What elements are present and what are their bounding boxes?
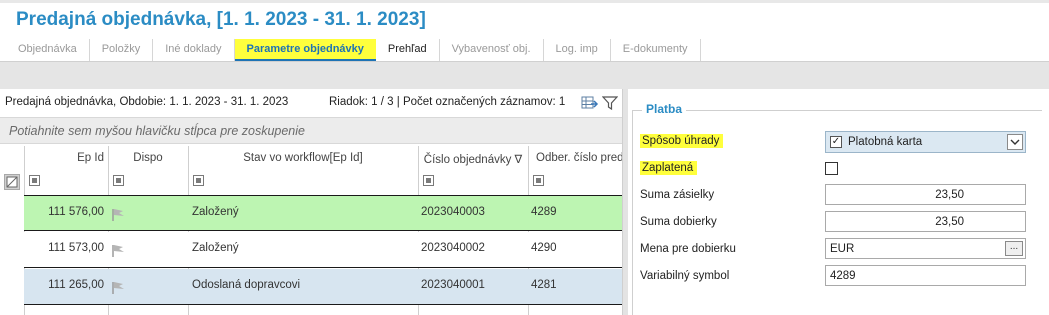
group-by-hint: Potiahnite sem myšou hlavičku stĺpca pre… — [9, 124, 305, 138]
group-by-panel[interactable]: Potiahnite sem myšou hlavičku stĺpca pre… — [0, 117, 622, 144]
cell-odber-cislo: 4290 — [531, 242, 557, 254]
grid-info-bar: Predajná objednávka, Obdobie: 1. 1. 2023… — [5, 95, 619, 113]
toolbar — [0, 61, 1049, 89]
page-title: Predajná objednávka, [1. 1. 2023 - 31. 1… — [16, 9, 426, 30]
variabilny-symbol-label: Variabilný symbol — [640, 270, 730, 282]
table-row[interactable]: 111 576,00 Založený 2023040003 4289 — [24, 195, 622, 231]
table-row[interactable]: 111 573,00 Založený 2023040002 4290 — [24, 232, 622, 268]
filter-icon — [533, 175, 544, 186]
cell-stav: Odoslaná dopravcovi — [192, 279, 301, 291]
record-count-label: Riadok: 1 / 3 | Počet označených záznamo… — [329, 96, 566, 108]
tab-e-dokumenty[interactable]: E-dokumenty — [611, 39, 701, 61]
cell-odber-cislo: 4289 — [531, 206, 557, 218]
filter-cell[interactable] — [24, 170, 108, 194]
mena-label: Mena pre dobierku — [640, 243, 736, 255]
grid-export-icon[interactable] — [581, 95, 599, 111]
suma-dobierky-field[interactable]: 23,50 — [825, 211, 1026, 232]
cell-cislo-objednavky: 2023040002 — [421, 242, 485, 254]
tab-strip: Objednávka Položky Iné doklady Parametre… — [6, 39, 701, 61]
suma-zasielky-label: Suma zásielky — [640, 189, 715, 201]
payment-legend: Platba — [642, 102, 687, 116]
filter-cell[interactable] — [418, 170, 528, 194]
tab-polozky[interactable]: Položky — [90, 39, 154, 61]
filter-cell[interactable] — [528, 170, 622, 194]
fieldset-border — [632, 110, 1042, 111]
filter-cell[interactable] — [188, 170, 418, 194]
flag-icon — [111, 208, 127, 222]
grid-panel: Predajná objednávka, Obdobie: 1. 1. 2023… — [0, 89, 622, 315]
variabilny-symbol-field[interactable]: 4289 — [825, 265, 1026, 286]
filter-icon — [423, 175, 434, 186]
check-icon: ✓ — [830, 136, 842, 148]
tab-parametre-objednavky[interactable]: Parametre objednávky — [234, 39, 376, 61]
grid-corner-button[interactable] — [4, 174, 20, 190]
table-row[interactable]: 111 265,00 Odoslaná dopravcovi 202304000… — [24, 269, 622, 305]
period-label: Predajná objednávka, Obdobie: 1. 1. 2023… — [5, 96, 289, 108]
cell-ep-id: 111 576,00 — [48, 206, 104, 218]
cell-cislo-objednavky: 2023040001 — [421, 279, 485, 291]
cell-stav: Založený — [192, 206, 239, 218]
funnel-filter-icon[interactable] — [601, 95, 619, 111]
filter-icon — [29, 175, 40, 186]
mena-value: EUR — [830, 243, 855, 255]
tab-ine-doklady[interactable]: Iné doklady — [153, 39, 235, 61]
fieldset-border — [632, 110, 633, 315]
cell-ep-id: 111 573,00 — [48, 242, 104, 254]
sposob-uhrady-select[interactable]: ✓ Platobná karta — [825, 131, 1026, 153]
chevron-down-icon[interactable] — [1007, 134, 1023, 150]
cell-ep-id: 111 265,00 — [48, 279, 104, 291]
filter-cell[interactable] — [108, 170, 188, 194]
orders-grid: Ep Id Dispo Stav vo workflow[Ep Id] Čísl… — [0, 146, 622, 315]
sposob-uhrady-label: Spôsob úhrady — [640, 134, 724, 148]
sposob-uhrady-value: Platobná karta — [848, 136, 923, 148]
payment-panel: Platba Spôsob úhrady ✓ Platobná karta Za… — [628, 89, 1049, 315]
flag-icon — [111, 244, 127, 258]
zaplatena-label: Zaplatená — [640, 161, 698, 175]
browse-button[interactable]: ... — [1005, 241, 1023, 256]
title-bar: Predajná objednávka, [1. 1. 2023 - 31. 1… — [0, 0, 1049, 61]
zaplatena-checkbox[interactable] — [825, 162, 838, 175]
tab-vybavenost-obj[interactable]: Vybavenosť obj. — [440, 39, 544, 61]
flag-icon — [111, 281, 127, 295]
cell-odber-cislo: 4281 — [531, 279, 557, 291]
tab-prehlad[interactable]: Prehľad — [376, 39, 440, 61]
suma-dobierky-label: Suma dobierky — [640, 216, 717, 228]
cell-cislo-objednavky: 2023040003 — [421, 206, 485, 218]
tab-objednavka[interactable]: Objednávka — [6, 39, 90, 61]
filter-icon — [193, 175, 204, 186]
cell-stav: Založený — [192, 242, 239, 254]
mena-field[interactable]: EUR ... — [825, 238, 1026, 259]
tab-log-imp[interactable]: Log. imp — [544, 39, 611, 61]
suma-zasielky-field[interactable]: 23,50 — [825, 184, 1026, 205]
filter-icon — [113, 175, 124, 186]
